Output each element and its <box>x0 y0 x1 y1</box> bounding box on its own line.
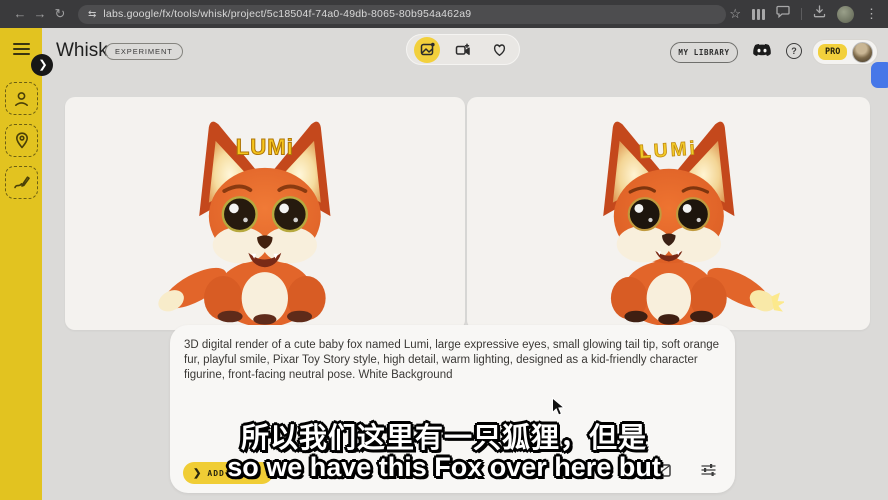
chat-icon[interactable] <box>776 5 790 23</box>
mode-toolbar <box>406 34 520 65</box>
settings-button[interactable] <box>701 463 716 482</box>
toolbar-divider <box>801 8 802 20</box>
aspect-ratio-button[interactable] <box>655 464 671 482</box>
tune-icon <box>701 463 716 477</box>
download-icon[interactable] <box>813 5 826 23</box>
person-icon <box>13 91 30 107</box>
generated-image-left[interactable]: LUMi <box>65 97 465 330</box>
browser-profile-avatar[interactable] <box>837 6 854 23</box>
forward-icon[interactable]: → <box>30 0 50 28</box>
sidebar-item-subject[interactable] <box>5 82 38 115</box>
prompt-panel: 3D digital render of a cute baby fox nam… <box>170 325 735 493</box>
browser-topbar: ← → ↻ ⇆ labs.google/fx/tools/whisk/proje… <box>0 0 888 28</box>
image-icon <box>420 42 435 57</box>
heart-icon <box>492 43 507 57</box>
pro-badge: PRO <box>818 44 847 60</box>
add-image-button[interactable]: ❯ ADD IMAGE <box>183 462 273 484</box>
discord-icon[interactable] <box>752 42 772 63</box>
page-title: Whisk <box>56 40 108 62</box>
help-icon[interactable]: ? <box>786 43 802 59</box>
generated-image-right[interactable]: LUMi <box>467 97 870 330</box>
address-bar[interactable]: ⇆ labs.google/fx/tools/whisk/project/5c1… <box>78 5 726 24</box>
chevron-right-icon: ❯ <box>38 60 47 71</box>
add-image-label: ADD IMAGE <box>207 469 259 478</box>
location-pin-icon <box>14 132 30 149</box>
user-avatar <box>852 42 873 63</box>
blue-side-widget[interactable] <box>871 62 888 88</box>
site-info-icon[interactable]: ⇆ <box>88 5 96 24</box>
chevron-right-icon: ❯ <box>193 468 201 479</box>
fox-illustration-right: LUMi <box>553 108 785 330</box>
url-text: labs.google/fx/tools/whisk/project/5c185… <box>103 8 471 20</box>
video-camera-icon <box>455 43 471 57</box>
sidebar-expand-button[interactable]: ❯ <box>31 54 53 76</box>
style-pen-icon <box>13 175 30 191</box>
experiment-badge: EXPERIMENT <box>105 43 183 60</box>
bookmark-star-icon[interactable]: ☆ <box>729 0 741 28</box>
sidebar <box>0 28 42 500</box>
browser-menu-icon[interactable]: ⋮ <box>865 0 878 28</box>
extensions-icon[interactable] <box>752 9 765 20</box>
aspect-ratio-icon <box>655 464 671 477</box>
account-button[interactable]: PRO <box>812 39 878 65</box>
sidebar-item-style[interactable] <box>5 166 38 199</box>
reload-icon[interactable]: ↻ <box>50 0 70 28</box>
favorites-button[interactable] <box>486 37 512 63</box>
prompt-input[interactable]: 3D digital render of a cute baby fox nam… <box>184 338 721 384</box>
image-mode-button[interactable] <box>414 37 440 63</box>
my-library-button[interactable]: MY LIBRARY <box>670 42 738 63</box>
hamburger-icon[interactable] <box>13 43 30 55</box>
character-name-label: LUMi <box>638 138 698 163</box>
video-mode-button[interactable] <box>450 37 476 63</box>
back-icon[interactable]: ← <box>10 0 30 28</box>
fox-illustration-left: LUMi <box>149 108 381 330</box>
character-name-label: LUMi <box>236 134 294 159</box>
sidebar-item-scene[interactable] <box>5 124 38 157</box>
